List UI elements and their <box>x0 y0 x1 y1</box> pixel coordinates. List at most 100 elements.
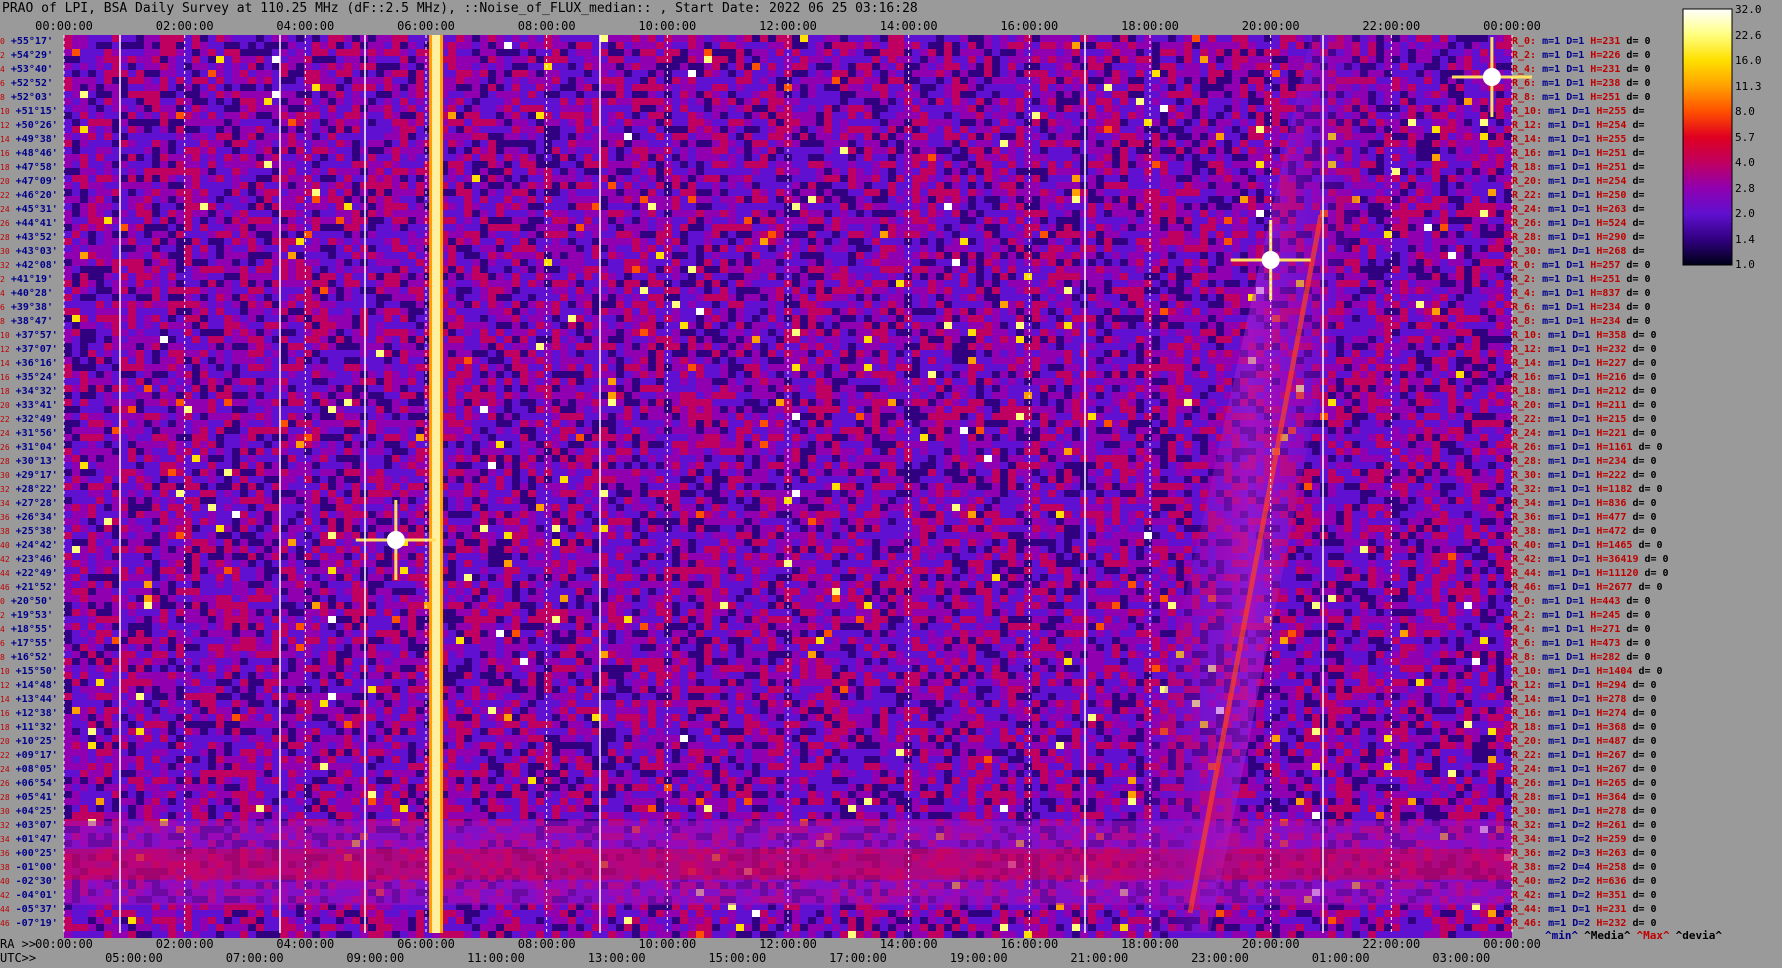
noise-cell <box>64 154 72 161</box>
noise-cell <box>1160 196 1168 203</box>
noise-cell <box>1000 203 1008 210</box>
noise-cell <box>1200 126 1208 133</box>
noise-cell <box>416 63 424 70</box>
noise-cell <box>392 119 400 126</box>
noise-cell <box>480 182 488 189</box>
noise-cell <box>488 56 496 63</box>
noise-cell <box>752 147 760 154</box>
noise-cell <box>1400 140 1408 147</box>
noise-cell <box>1464 63 1472 70</box>
noise-cell <box>984 70 992 77</box>
noise-cell <box>120 77 128 84</box>
noise-cell <box>312 203 320 210</box>
noise-cell <box>840 84 848 91</box>
noise-cell <box>1448 147 1456 154</box>
noise-cell <box>1216 203 1224 210</box>
noise-cell <box>1200 147 1208 154</box>
noise-cell <box>656 119 664 126</box>
noise-cell <box>856 70 864 77</box>
noise-cell <box>776 35 784 42</box>
noise-cell <box>488 147 496 154</box>
noise-cell <box>1096 56 1104 63</box>
noise-cell <box>600 196 608 203</box>
noise-cell <box>1080 70 1088 77</box>
noise-cell <box>344 140 352 147</box>
noise-cell <box>376 84 384 91</box>
noise-cell <box>584 98 592 105</box>
noise-cell <box>136 189 144 196</box>
noise-cell <box>904 70 912 77</box>
noise-cell <box>672 147 680 154</box>
noise-cell <box>664 49 672 56</box>
noise-cell <box>168 126 176 133</box>
noise-cell <box>168 154 176 161</box>
noise-cell <box>576 140 584 147</box>
noise-cell <box>624 35 632 42</box>
noise-cell <box>1256 182 1264 189</box>
noise-cell <box>920 182 928 189</box>
noise-cell <box>216 105 224 112</box>
noise-cell <box>320 161 328 168</box>
noise-cell <box>296 217 304 224</box>
noise-cell <box>568 217 576 224</box>
noise-cell <box>64 126 72 133</box>
noise-cell <box>1112 196 1120 203</box>
noise-cell <box>536 196 544 203</box>
noise-cell <box>1296 49 1304 56</box>
noise-cell <box>1472 112 1480 119</box>
noise-cell <box>704 70 712 77</box>
noise-cell <box>1480 84 1488 91</box>
noise-cell <box>680 77 688 84</box>
noise-cell <box>512 35 520 42</box>
noise-cell <box>72 91 80 98</box>
noise-cell <box>1056 175 1064 182</box>
noise-cell <box>1168 98 1176 105</box>
noise-cell <box>960 84 968 91</box>
noise-cell <box>1032 168 1040 175</box>
noise-cell <box>384 168 392 175</box>
noise-cell <box>576 77 584 84</box>
noise-cell <box>216 140 224 147</box>
noise-cell <box>1104 63 1112 70</box>
noise-cell <box>720 91 728 98</box>
noise-cell <box>1144 112 1152 119</box>
noise-cell <box>1496 35 1504 42</box>
noise-cell <box>256 98 264 105</box>
noise-cell <box>880 56 888 63</box>
noise-cell <box>1496 217 1504 224</box>
noise-cell <box>1096 49 1104 56</box>
noise-cell <box>176 210 184 217</box>
noise-cell <box>456 140 464 147</box>
noise-cell <box>1120 154 1128 161</box>
noise-cell <box>1184 210 1192 217</box>
noise-cell <box>512 63 520 70</box>
noise-cell <box>1048 133 1056 140</box>
noise-cell <box>632 140 640 147</box>
noise-cell <box>992 63 1000 70</box>
noise-cell <box>1432 154 1440 161</box>
noise-cell <box>1016 189 1024 196</box>
noise-cell <box>936 63 944 70</box>
noise-cell <box>1248 84 1256 91</box>
noise-cell <box>1504 161 1512 168</box>
noise-cell <box>1040 154 1048 161</box>
noise-cell <box>272 175 280 182</box>
noise-cell <box>1376 175 1384 182</box>
noise-cell <box>816 126 824 133</box>
noise-cell <box>160 196 168 203</box>
noise-cell <box>1480 196 1488 203</box>
noise-cell <box>1208 210 1216 217</box>
noise-cell <box>560 224 568 231</box>
noise-cell <box>640 105 648 112</box>
noise-cell <box>1496 112 1504 119</box>
noise-cell <box>896 70 904 77</box>
noise-cell <box>576 147 584 154</box>
noise-cell <box>264 175 272 182</box>
noise-cell <box>528 175 536 182</box>
noise-cell <box>888 98 896 105</box>
noise-cell <box>1400 133 1408 140</box>
noise-cell <box>560 196 568 203</box>
noise-cell <box>536 49 544 56</box>
noise-cell <box>1048 196 1056 203</box>
noise-cell <box>768 147 776 154</box>
